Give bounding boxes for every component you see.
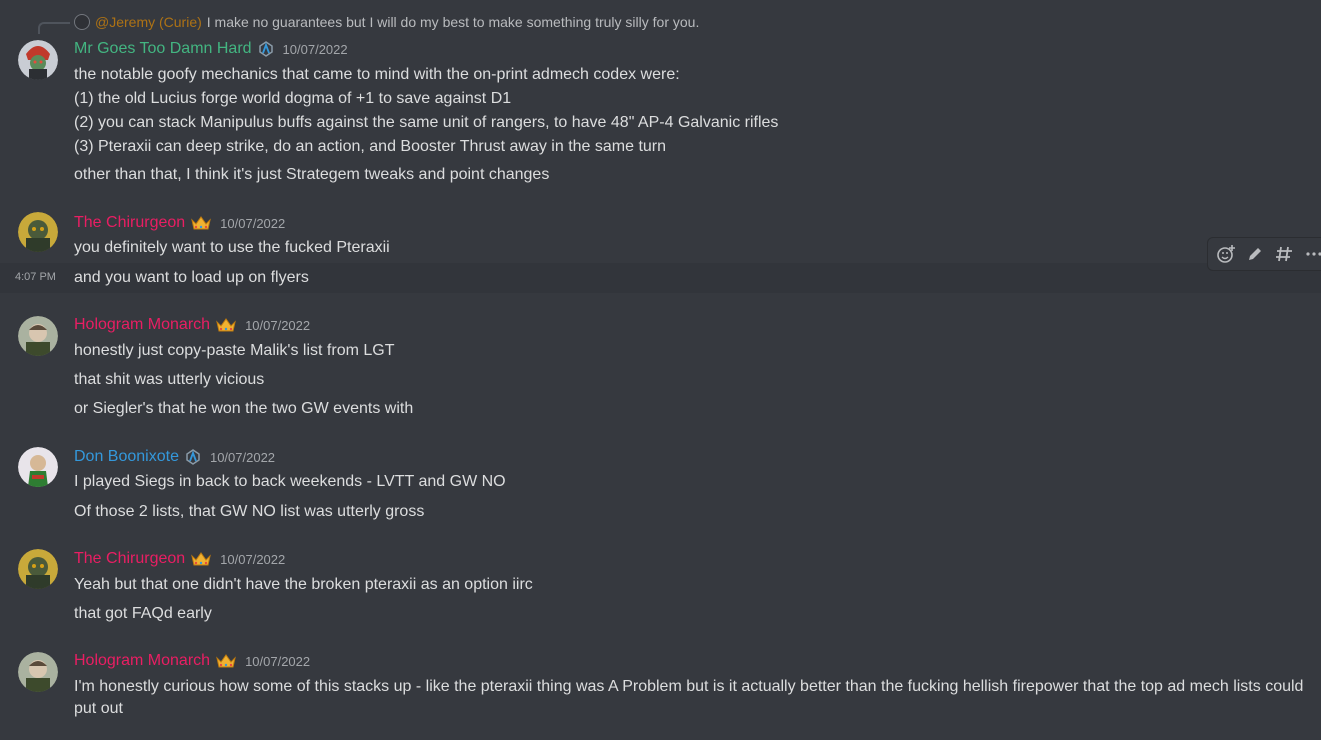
- message-header: Hologram Monarch 10/07/2022: [74, 652, 310, 670]
- avatar[interactable]: [18, 40, 58, 80]
- avatar[interactable]: [18, 212, 58, 252]
- message-header: The Chirurgeon 10/07/2022: [74, 214, 285, 232]
- thread-icon[interactable]: [1273, 241, 1297, 267]
- reply-preview[interactable]: @Jeremy (Curie) I make no guarantees but…: [74, 14, 699, 30]
- message-header: The Chirurgeon 10/07/2022: [74, 550, 285, 568]
- message-text: (3) Pteraxii can deep strike, do an acti…: [74, 138, 667, 155]
- timestamp[interactable]: 10/07/2022: [220, 552, 285, 567]
- crown-icon: [190, 550, 212, 568]
- add-reaction-icon[interactable]: [1214, 241, 1238, 267]
- message-text: (1) the old Lucius forge world dogma of …: [74, 90, 512, 107]
- message-text: honestly just copy-paste Malik's list fr…: [74, 342, 395, 359]
- username[interactable]: Hologram Monarch: [74, 652, 210, 670]
- message-header: Mr Goes Too Damn Hard 10/07/2022: [74, 40, 348, 58]
- message-text: you definitely want to use the fucked Pt…: [74, 239, 390, 256]
- crown-icon: [215, 652, 237, 670]
- edit-icon[interactable]: [1244, 241, 1268, 267]
- username[interactable]: Don Boonixote: [74, 448, 179, 466]
- message-text: other than that, I think it's just Strat…: [74, 166, 550, 183]
- username[interactable]: The Chirurgeon: [74, 214, 185, 232]
- message-text: that shit was utterly vicious: [74, 371, 265, 388]
- message-text: I'm honestly curious how some of this st…: [74, 678, 1304, 717]
- boost-icon: [184, 448, 202, 466]
- message-header: Don Boonixote 10/07/2022: [74, 448, 275, 466]
- timestamp[interactable]: 10/07/2022: [283, 42, 348, 57]
- reply-avatar: [74, 14, 90, 30]
- timestamp[interactable]: 10/07/2022: [210, 450, 275, 465]
- avatar[interactable]: [18, 316, 58, 356]
- avatar[interactable]: [18, 549, 58, 589]
- username[interactable]: The Chirurgeon: [74, 550, 185, 568]
- avatar[interactable]: [18, 447, 58, 487]
- message-text: or Siegler's that he won the two GW even…: [74, 400, 414, 417]
- more-icon[interactable]: [1303, 241, 1321, 267]
- timestamp[interactable]: 10/07/2022: [220, 216, 285, 231]
- crown-icon: [215, 316, 237, 334]
- message-toolbar: [1207, 237, 1321, 271]
- message-header: Hologram Monarch 10/07/2022: [74, 316, 310, 334]
- message-text: Of those 2 lists, that GW NO list was ut…: [74, 503, 425, 520]
- message-text: (2) you can stack Manipulus buffs agains…: [74, 114, 779, 131]
- message-text: Yeah but that one didn't have the broken…: [74, 576, 533, 593]
- hover-timestamp[interactable]: 4:07 PM: [15, 271, 56, 283]
- username[interactable]: Hologram Monarch: [74, 316, 210, 334]
- crown-icon: [190, 214, 212, 232]
- avatar[interactable]: [18, 652, 58, 692]
- reply-text[interactable]: I make no guarantees but I will do my be…: [207, 14, 700, 30]
- timestamp[interactable]: 10/07/2022: [245, 318, 310, 333]
- message-text: the notable goofy mechanics that came to…: [74, 66, 680, 83]
- message-text: that got FAQd early: [74, 605, 212, 622]
- message-text: and you want to load up on flyers: [74, 269, 309, 286]
- message-text: I played Siegs in back to back weekends …: [74, 473, 506, 490]
- boost-icon: [257, 40, 275, 58]
- timestamp[interactable]: 10/07/2022: [245, 654, 310, 669]
- reply-username[interactable]: @Jeremy (Curie): [95, 14, 202, 30]
- reply-spine: [38, 22, 70, 34]
- username[interactable]: Mr Goes Too Damn Hard: [74, 40, 252, 58]
